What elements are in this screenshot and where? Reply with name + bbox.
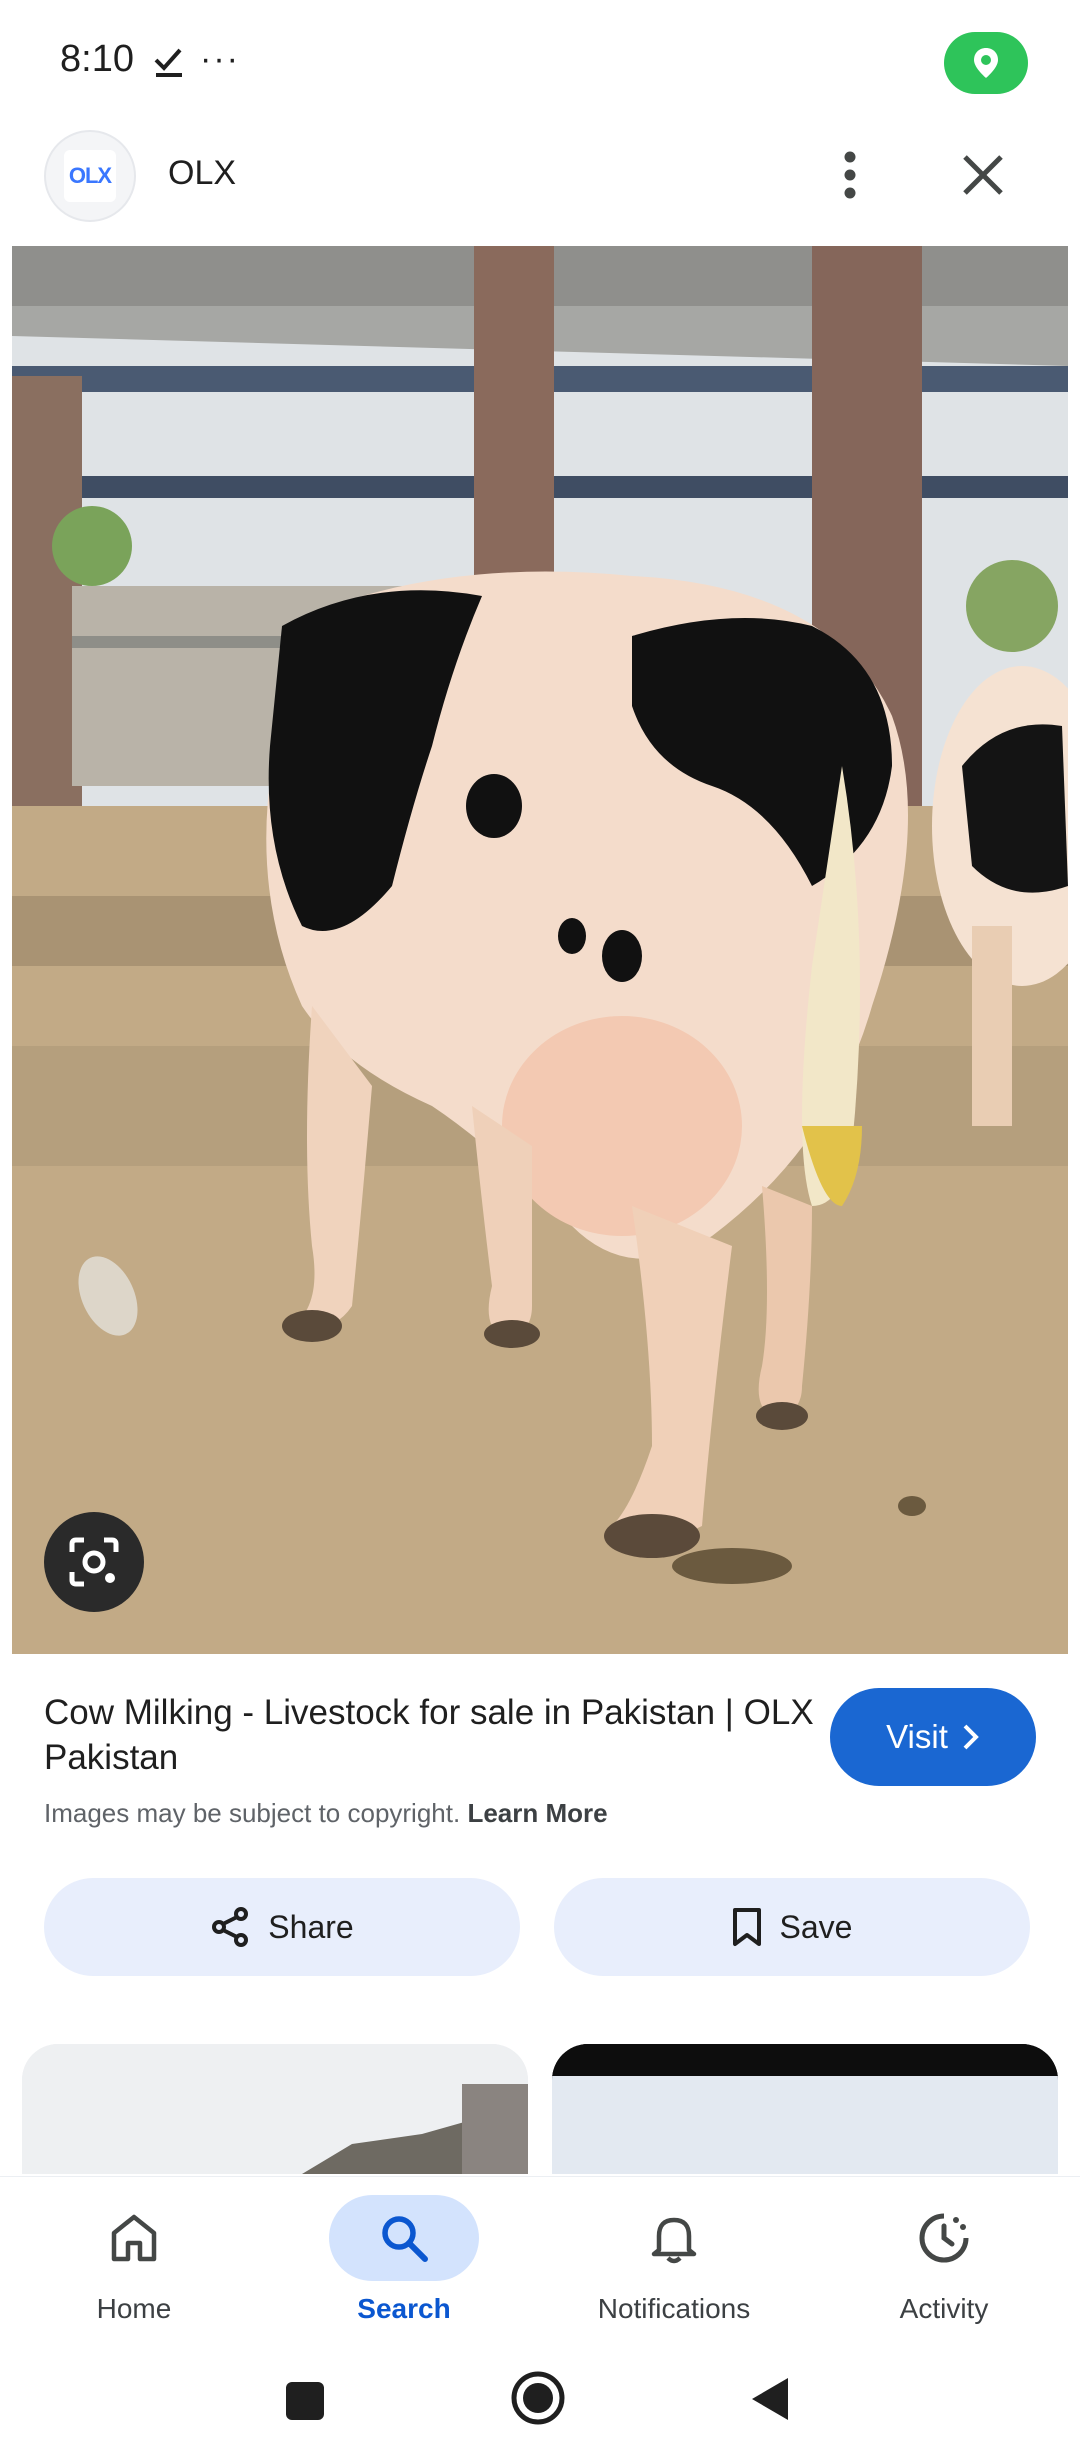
nav-notifications-label: Notifications [597,2293,751,2324]
main-result-image[interactable] [12,246,1068,1654]
olx-logo: OLX [64,150,116,202]
site-name[interactable]: OLX [168,154,236,193]
nav-search-icon-wrap [329,2195,479,2281]
related-image-thumbnail[interactable] [552,2044,1058,2174]
screen: 8:10 ··· OLX OLX Cow Milking - Livestock… [0,0,1080,2460]
nav-notifications-icon-wrap [599,2195,749,2281]
lens-search-button[interactable] [44,1512,144,1612]
nav-search[interactable]: Search [304,2177,504,2351]
vertical-dots-icon [844,151,856,199]
related-photo [22,2044,528,2174]
share-label: Share [268,1908,354,1945]
visit-button[interactable]: Visit [830,1688,1036,1786]
bottom-navigation: Home Search Notifications Activity [0,2176,1080,2350]
location-pin-icon [974,48,998,78]
recent-apps-icon[interactable] [284,2380,326,2422]
copyright-notice: Images may be subject to copyright. Lear… [44,1798,608,1829]
close-icon [963,155,1003,195]
bookmark-icon [732,1908,761,1946]
save-label: Save [779,1908,853,1945]
nav-home-label: Home [96,2293,172,2324]
bell-icon [651,2217,697,2264]
share-button[interactable]: Share [44,1878,520,1976]
status-bar: 8:10 ··· [0,0,1080,128]
nav-home[interactable]: Home [34,2177,234,2351]
nav-activity-label: Activity [899,2293,989,2324]
visit-label: Visit [886,1718,948,1755]
location-indicator[interactable] [944,32,1028,94]
more-options-button[interactable] [820,140,880,210]
check-icon [154,48,182,77]
system-navigation-bar [0,2350,1080,2460]
close-button[interactable] [948,140,1018,210]
save-button[interactable]: Save [554,1878,1030,1976]
activity-icon [919,2213,969,2263]
cow-photo [12,246,1068,1654]
back-triangle-icon[interactable] [748,2374,792,2424]
nav-search-label: Search [357,2293,451,2324]
learn-more-link[interactable]: Learn More [467,1798,607,1828]
result-title[interactable]: Cow Milking - Livestock for sale in Paki… [44,1690,814,1780]
lens-icon [69,1537,119,1587]
status-more-dots: ··· [200,40,240,78]
related-image-thumbnail[interactable] [22,2044,528,2174]
home-circle-icon[interactable] [510,2370,566,2426]
search-icon [382,2216,428,2262]
nav-home-icon-wrap [59,2195,209,2281]
copyright-text: Images may be subject to copyright. [44,1798,461,1828]
nav-activity[interactable]: Activity [844,2177,1044,2351]
related-photo [552,2044,1058,2174]
site-logo[interactable]: OLX [44,130,136,222]
viewer-header: OLX OLX [0,128,1080,248]
share-icon [212,1907,249,1947]
nav-activity-icon-wrap [869,2195,1019,2281]
home-icon [111,2214,157,2262]
chevron-right-icon [963,1724,979,1750]
nav-notifications[interactable]: Notifications [574,2177,774,2351]
status-time: 8:10 [60,38,134,80]
